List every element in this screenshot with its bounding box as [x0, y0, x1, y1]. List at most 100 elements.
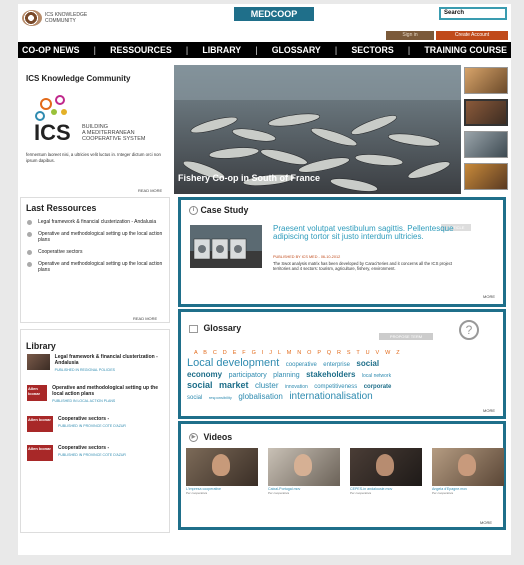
- last-resources-panel: Last Ressources Legal framework & financ…: [20, 197, 170, 323]
- glossary-term-link[interactable]: corporate: [364, 384, 392, 390]
- page: ICS KNOWLEDGE COMMUNITY MEDCOOP Search S…: [18, 4, 511, 555]
- video-subtitle: Per cooperativa: [186, 491, 208, 495]
- library-item-title: Operative and methodological setting up …: [52, 385, 159, 397]
- hero-thumbnail[interactable]: [464, 99, 508, 126]
- library-list: Legal framework & financial clusterizati…: [27, 354, 165, 474]
- list-item[interactable]: Legal framework & financial clusterizati…: [27, 219, 169, 225]
- video-item[interactable]: Caixal-Portugal.mov Per cooperativa: [268, 448, 340, 495]
- medcoop-tab[interactable]: MEDCOOP: [234, 7, 314, 21]
- glossary-term-link[interactable]: participatory: [229, 372, 267, 379]
- glossary-term-link[interactable]: responsibility: [209, 395, 232, 400]
- ics-read-more-link[interactable]: READ MORE: [138, 188, 162, 193]
- glossary-term-link[interactable]: cluster: [255, 381, 279, 390]
- videos-list: L'impresa cooperative Per cooperativa Ca…: [186, 448, 504, 495]
- resources-list: Legal framework & financial clusterizati…: [27, 219, 169, 279]
- list-item-label: Operative and methodological setting up …: [38, 231, 163, 243]
- create-account-button[interactable]: Create Account: [436, 31, 508, 40]
- glossary-term-link[interactable]: stakeholders: [306, 370, 355, 379]
- video-subtitle: Per cooperativa: [432, 491, 454, 495]
- video-thumbnail: [268, 448, 340, 486]
- hero-thumbnail[interactable]: [464, 163, 508, 190]
- library-thumbnail: Allen Iconar: [27, 445, 53, 461]
- hero-image[interactable]: Fishery Co-op in South of France: [174, 65, 461, 194]
- svg-text:ICS: ICS: [34, 120, 71, 145]
- library-item[interactable]: Legal framework & financial clusterizati…: [27, 354, 165, 372]
- video-item[interactable]: CEPES-in andalousie.mov Per cooperativa: [350, 448, 422, 495]
- site-logo[interactable]: ICS KNOWLEDGE COMMUNITY: [22, 10, 105, 26]
- case-study-headline[interactable]: Praesent volutpat vestibulum sagittis. P…: [273, 225, 461, 241]
- list-item[interactable]: Operative and methodological setting up …: [27, 231, 169, 243]
- list-item[interactable]: Operative and methodological setting up …: [27, 261, 169, 273]
- glossary-term-link[interactable]: social: [187, 395, 202, 401]
- video-thumbnail: [186, 448, 258, 486]
- glossary-term-link[interactable]: economy: [187, 370, 222, 379]
- library-panel: Library Legal framework & financial clus…: [20, 329, 170, 533]
- tag-cloud: Local development cooperative enterprise…: [187, 358, 415, 402]
- logo-text: ICS KNOWLEDGE COMMUNITY: [45, 12, 88, 24]
- glossary-term-link[interactable]: market: [219, 380, 249, 390]
- list-item-label: Operative and methodological setting up …: [38, 261, 163, 273]
- library-item-meta: PUBLISHED IN PROVINCE COTE D'AZUR: [58, 424, 126, 428]
- video-subtitle: Per cooperativa: [350, 491, 372, 495]
- search-input[interactable]: Search: [439, 7, 507, 20]
- play-icon: ▶: [189, 433, 198, 443]
- nav-separator: |: [93, 45, 96, 55]
- nav-item-training-course[interactable]: TRAINING COURSE: [424, 45, 507, 55]
- glossary-term-link[interactable]: planning: [273, 372, 299, 379]
- nav-item-sectors[interactable]: SECTORS: [351, 45, 393, 55]
- alphabet-index[interactable]: A B C D E F G I J L M N O P Q R S T U V …: [194, 350, 402, 356]
- list-item-label: Cooperative sectors: [38, 249, 83, 255]
- case-study-image[interactable]: [190, 225, 262, 268]
- glossary-term-link[interactable]: cooperative: [286, 362, 317, 368]
- hero-thumbnail[interactable]: [464, 67, 508, 94]
- nav-item-glossary[interactable]: GLOSSARY: [272, 45, 321, 55]
- video-item[interactable]: Angela d'Epagne.mov Per cooperativa: [432, 448, 504, 495]
- library-item[interactable]: Allen Iconar Operative and methodologica…: [27, 385, 165, 403]
- ics-logo-icon: [22, 10, 42, 26]
- video-subtitle: Per cooperativa: [268, 491, 290, 495]
- glossary-term-link[interactable]: Local development: [187, 357, 279, 369]
- glossary-term-link[interactable]: globalisation: [238, 392, 282, 401]
- hero-thumbnail[interactable]: [464, 131, 508, 158]
- library-item-meta: PUBLISHED IN PROVINCE COTE D'AZUR: [58, 453, 126, 457]
- library-item-meta: PUBLISHED IN REGIONAL POLICIES: [54, 368, 116, 372]
- library-title: Library: [26, 341, 56, 351]
- propose-term-button[interactable]: PROPOSE TERM: [379, 333, 433, 340]
- glossary-more-link[interactable]: MORE: [483, 408, 495, 413]
- library-item[interactable]: Allen Iconar Cooperative sectors - PUBLI…: [27, 416, 165, 432]
- nav-item-co-op-news[interactable]: CO-OP NEWS: [22, 45, 80, 55]
- library-item-meta: PUBLISHED IN LOCAL ACTION PLANS: [52, 399, 116, 403]
- sign-in-button[interactable]: Sign in: [386, 31, 434, 40]
- glossary-term-link[interactable]: enterprise: [323, 362, 350, 368]
- glossary-term-link[interactable]: innovation: [285, 384, 308, 390]
- resources-read-more-link[interactable]: READ MORE: [133, 316, 157, 321]
- bullet-icon: [27, 232, 32, 237]
- glossary-term-link[interactable]: internationalisation: [289, 391, 372, 402]
- library-item[interactable]: Allen Iconar Cooperative sectors - PUBLI…: [27, 445, 165, 461]
- help-icon[interactable]: ?: [459, 320, 479, 340]
- video-item[interactable]: L'impresa cooperative Per cooperativa: [186, 448, 258, 495]
- case-study-body: The Swot analysis matrix has been develo…: [273, 261, 453, 271]
- hero-caption: Fishery Co-op in South of France: [178, 173, 321, 183]
- glossary-term-link[interactable]: social: [187, 380, 213, 390]
- ics-body-text: fermentum laoreet nisi, a ultricies veli…: [26, 152, 161, 163]
- nav-separator: |: [334, 45, 338, 55]
- bullet-icon: [27, 250, 32, 255]
- bullet-icon: [27, 262, 32, 267]
- glossary-term-link[interactable]: local network: [362, 373, 391, 379]
- case-study-title-text: Case Study: [200, 205, 249, 215]
- glossary-title-text: Glossary: [203, 323, 242, 333]
- list-item[interactable]: Cooperative sectors: [27, 249, 169, 255]
- list-item-label: Legal framework & financial clusterizati…: [38, 219, 157, 225]
- bullet-icon: [27, 220, 32, 225]
- nav-item-ressources[interactable]: RESSOURCES: [110, 45, 172, 55]
- laundry-photo: [190, 225, 262, 268]
- glossary-title: Glossary: [189, 323, 241, 333]
- video-thumbnail: [350, 448, 422, 486]
- glossary-term-link[interactable]: competitiveness: [314, 384, 357, 390]
- glossary-term-link[interactable]: social: [356, 359, 379, 368]
- nav-item-library[interactable]: LIBRARY: [202, 45, 241, 55]
- videos-more-link[interactable]: MORE: [480, 520, 492, 525]
- library-thumbnail: Allen Iconar: [27, 385, 48, 401]
- case-study-more-link[interactable]: MORE: [483, 294, 495, 299]
